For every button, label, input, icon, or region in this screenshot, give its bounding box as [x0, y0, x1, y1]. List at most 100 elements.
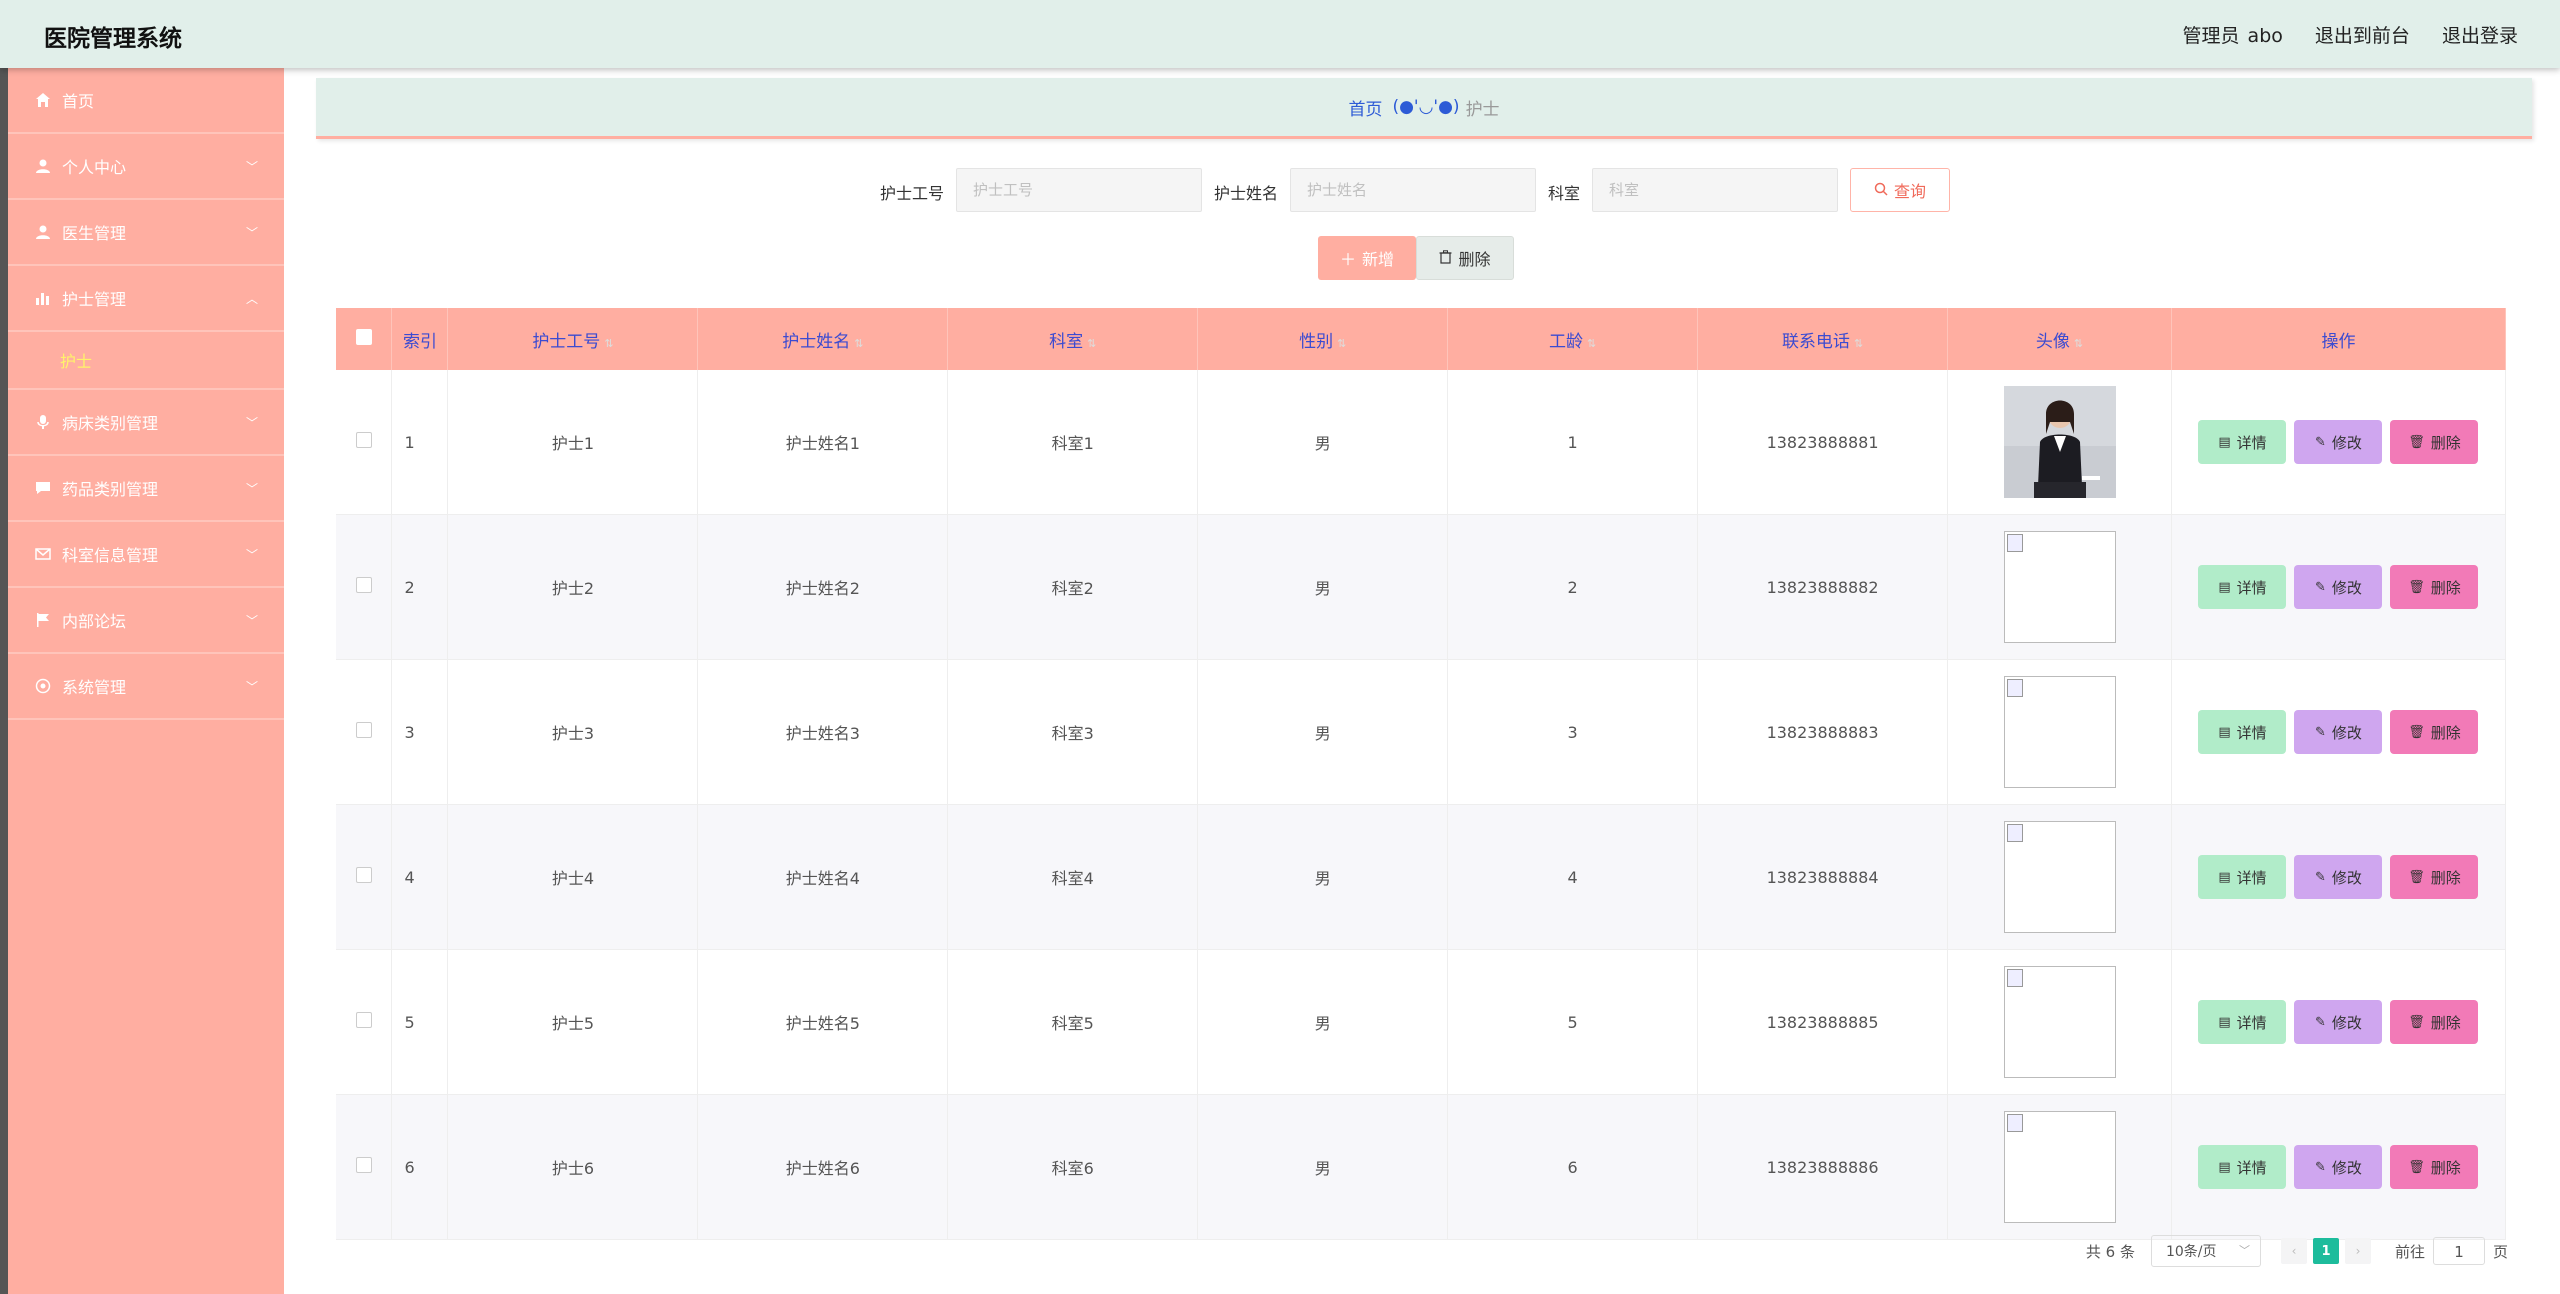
goto-page-input[interactable]: 1	[2432, 1237, 2485, 1265]
column-header[interactable]: 工龄 ⇅	[1447, 308, 1699, 370]
home-icon	[34, 91, 52, 109]
edit-button[interactable]: ✎ 修改	[2294, 565, 2383, 609]
trash-icon: 🗑	[2408, 1159, 2425, 1175]
edit-button[interactable]: ✎ 修改	[2294, 1145, 2383, 1189]
sidebar-item-nurses[interactable]: 护士管理 ︿	[8, 266, 284, 332]
column-header[interactable]: 护士工号 ⇅	[447, 308, 699, 370]
column-header[interactable]: 护士姓名 ⇅	[697, 308, 949, 370]
row-checkbox[interactable]	[355, 722, 372, 738]
next-page-button[interactable]: ›	[2344, 1238, 2371, 1264]
chevron-down-icon: ﹀	[245, 160, 258, 174]
row-checkbox[interactable]	[355, 432, 372, 448]
trash-icon: 🗑	[2408, 579, 2425, 595]
detail-button-label: 详情	[2236, 723, 2267, 742]
delete-button[interactable]: 🗑 删除	[2390, 1000, 2479, 1044]
row-checkbox[interactable]	[355, 577, 372, 593]
sort-icon: ⇅	[854, 336, 864, 350]
goto-label: 前往	[2394, 1242, 2425, 1261]
sidebar-item-department[interactable]: 科室信息管理 ﹀	[8, 522, 284, 588]
row-index: 4	[391, 804, 449, 950]
delete-button-label: 删除	[2430, 433, 2461, 452]
select-all-cell	[336, 308, 393, 370]
column-header-label: 护士工号	[532, 331, 601, 352]
nurse-name-cell: 护士姓名4	[697, 804, 949, 950]
row-checkbox[interactable]	[355, 1157, 372, 1173]
table-row: 5 护士5 护士姓名5 科室5 男 5 13823888885 ▤ 详情 ✎ 修改 🗑 删除	[336, 949, 2507, 1095]
broken-image-icon	[2006, 969, 2023, 987]
sidebar-item-home[interactable]: 首页	[8, 68, 284, 134]
column-header-label: 头像	[2035, 331, 2070, 352]
sidebar-item-label: 内部论坛	[62, 612, 127, 631]
add-button-label: 新增	[1362, 250, 1395, 269]
edit-button[interactable]: ✎ 修改	[2294, 1000, 2383, 1044]
select-all-checkbox[interactable]	[355, 328, 372, 345]
batch-delete-button[interactable]: 删除	[1416, 236, 1514, 280]
back-to-front-link[interactable]: 退出到前台	[2315, 25, 2410, 47]
detail-button[interactable]: ▤ 详情	[2198, 855, 2287, 899]
row-select-cell	[336, 659, 393, 805]
gender-cell: 男	[1197, 804, 1449, 950]
detail-button[interactable]: ▤ 详情	[2198, 1145, 2287, 1189]
years-cell: 2	[1447, 514, 1699, 660]
sidebar-item-forum[interactable]: 内部论坛 ﹀	[8, 588, 284, 654]
sort-icon: ⇅	[604, 336, 614, 350]
row-checkbox[interactable]	[355, 867, 372, 883]
row-index: 1	[391, 370, 449, 515]
prev-page-button[interactable]: ‹	[2280, 1238, 2307, 1264]
add-button[interactable]: ＋ 新增	[1318, 236, 1416, 280]
column-header[interactable]: 头像 ⇅	[1947, 308, 2172, 370]
page-suffix: 页	[2492, 1242, 2508, 1261]
detail-button[interactable]: ▤ 详情	[2198, 1000, 2287, 1044]
query-button[interactable]: 查询	[1850, 168, 1950, 212]
sidebar-item-system[interactable]: 系统管理 ﹀	[8, 654, 284, 720]
page-size-select[interactable]: 10条/页 ﹀	[2150, 1235, 2261, 1267]
column-header-label: 科室	[1049, 331, 1084, 352]
nurse-name-cell: 护士姓名5	[697, 949, 949, 1095]
trash-icon: 🗑	[2408, 1014, 2425, 1030]
page-size-value: 10条/页	[2165, 1244, 2217, 1260]
detail-button[interactable]: ▤ 详情	[2198, 710, 2287, 754]
column-header[interactable]: 科室 ⇅	[947, 308, 1199, 370]
row-index: 2	[391, 514, 449, 660]
trash-icon	[1439, 249, 1452, 268]
breadcrumb-home[interactable]: 首页	[1348, 95, 1382, 120]
table-row: 2 护士2 护士姓名2 科室2 男 2 13823888882 ▤ 详情 ✎ 修改 🗑 删除	[336, 514, 2507, 660]
delete-button[interactable]: 🗑 删除	[2390, 710, 2479, 754]
sidebar-item-profile[interactable]: 个人中心 ﹀	[8, 134, 284, 200]
nurse-name-cell: 护士姓名3	[697, 659, 949, 805]
nurse-name-input[interactable]	[1290, 168, 1536, 212]
sidebar-item-doctors[interactable]: 医生管理 ﹀	[8, 200, 284, 266]
delete-button[interactable]: 🗑 删除	[2390, 855, 2479, 899]
document-icon: ▤	[2218, 1159, 2231, 1175]
actions-cell: ▤ 详情 ✎ 修改 🗑 删除	[2171, 370, 2507, 515]
delete-button[interactable]: 🗑 删除	[2390, 565, 2479, 609]
phone-cell: 13823888883	[1697, 659, 1949, 805]
detail-button[interactable]: ▤ 详情	[2198, 565, 2287, 609]
sidebar-subitem-nurse[interactable]: 护士	[8, 332, 284, 390]
page-number-current[interactable]: 1	[2312, 1238, 2339, 1264]
column-header[interactable]: 联系电话 ⇅	[1697, 308, 1949, 370]
delete-button[interactable]: 🗑 删除	[2390, 420, 2479, 464]
actions-cell: ▤ 详情 ✎ 修改 🗑 删除	[2171, 949, 2507, 1095]
row-select-cell	[336, 514, 393, 660]
dept-input[interactable]	[1592, 168, 1838, 212]
edit-button[interactable]: ✎ 修改	[2294, 710, 2383, 754]
trash-icon: 🗑	[2408, 724, 2425, 740]
row-checkbox[interactable]	[355, 1012, 372, 1028]
table-row: 4 护士4 护士姓名4 科室4 男 4 13823888884 ▤ 详情 ✎ 修改 🗑 删除	[336, 804, 2507, 950]
delete-button[interactable]: 🗑 删除	[2390, 1145, 2479, 1189]
sidebar-item-drug-category[interactable]: 药品类别管理 ﹀	[8, 456, 284, 522]
top-header-actions: 管理员 abo 退出到前台 退出登录	[2157, 21, 2518, 48]
column-header[interactable]: 性别 ⇅	[1197, 308, 1449, 370]
pagination: 共 6 条 10条/页 ﹀ ‹ 1 › 前往 1 页	[2086, 1233, 2508, 1269]
delete-button-label: 删除	[2430, 868, 2461, 887]
edit-button[interactable]: ✎ 修改	[2294, 420, 2383, 464]
logout-link[interactable]: 退出登录	[2442, 25, 2518, 47]
sidebar-item-bed-category[interactable]: 病床类别管理 ﹀	[8, 390, 284, 456]
document-icon: ▤	[2218, 434, 2231, 450]
delete-button-label: 删除	[2430, 1158, 2461, 1177]
nurse-no-input[interactable]	[956, 168, 1202, 212]
detail-button[interactable]: ▤ 详情	[2198, 420, 2287, 464]
edit-button[interactable]: ✎ 修改	[2294, 855, 2383, 899]
detail-button-label: 详情	[2236, 578, 2267, 597]
